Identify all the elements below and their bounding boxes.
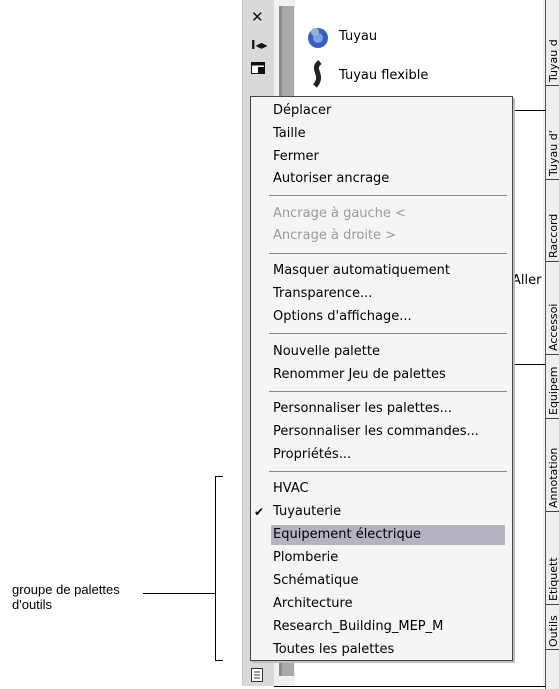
menu-separator <box>269 195 507 196</box>
menu-separator <box>269 253 507 254</box>
close-icon[interactable]: ✕ <box>251 10 264 25</box>
divider <box>510 110 546 111</box>
menu-separator <box>269 471 507 472</box>
menu-item-group-equipement-electrique[interactable]: Equipement électrique <box>271 525 505 545</box>
flexible-pipe-icon <box>312 60 322 88</box>
tab-tuyau-2[interactable]: Tuyau d' <box>546 86 559 180</box>
tool-label: Tuyau flexible <box>339 68 429 83</box>
tool-flexible-pipe[interactable]: Tuyau flexible <box>305 60 428 92</box>
menu-item-group-architecture[interactable]: Architecture <box>271 594 505 614</box>
menu-item-new-palette[interactable]: Nouvelle palette <box>271 342 505 362</box>
tab-annotation[interactable]: Annotation <box>546 419 559 512</box>
pipe-icon <box>308 28 328 48</box>
menu-item-dock-right: Ancrage à droite > <box>273 228 397 243</box>
menu-item-customize-palettes[interactable]: Personnaliser les palettes... <box>271 399 505 419</box>
tab-tuyau[interactable]: Tuyau d <box>546 0 559 86</box>
menu-item-size[interactable]: Taille <box>271 124 505 144</box>
menu-item-dock-left: Ancrage à gauche < <box>273 206 406 221</box>
tool-label: Tuyau <box>339 29 378 44</box>
palette-tabs: Tuyau d Tuyau d' Raccord Accessoi Equipe… <box>545 0 559 689</box>
menu-item-customize-commands[interactable]: Personnaliser les commandes... <box>271 422 505 442</box>
tab-accessoires[interactable]: Accessoi <box>546 262 559 355</box>
callout-leader-line <box>143 593 215 594</box>
palette-menu-icon[interactable] <box>251 668 263 685</box>
menu-item-auto-hide[interactable]: Masquer automatiquement <box>271 261 505 281</box>
palette-hidden-text: Aller <box>512 273 542 288</box>
menu-item-group-research-building[interactable]: Research_Building_MEP_M <box>271 617 505 637</box>
callout-bracket <box>215 476 223 661</box>
tool-pipe[interactable]: Tuyau <box>305 24 377 54</box>
tab-raccord[interactable]: Raccord <box>546 180 559 262</box>
menu-item-transparency[interactable]: Transparence... <box>271 284 505 304</box>
tab-outils[interactable]: Outils <box>546 605 559 650</box>
auto-hide-icon[interactable]: I◂▸ <box>251 38 268 52</box>
properties-icon[interactable] <box>251 62 265 77</box>
menu-item-properties[interactable]: Propriétés... <box>271 445 505 465</box>
tab-equipement[interactable]: Equipem <box>546 355 559 419</box>
palette-context-menu: Déplacer Taille Fermer Autoriser ancrage… <box>250 96 513 661</box>
tab-etiquettes[interactable]: Etiquett <box>546 512 559 605</box>
menu-item-view-options[interactable]: Options d'affichage... <box>271 307 505 327</box>
menu-item-group-tuyauterie[interactable]: ✔ Tuyauterie <box>254 502 505 522</box>
menu-separator <box>269 333 507 334</box>
menu-item-group-all-palettes[interactable]: Toutes les palettes <box>271 640 505 660</box>
menu-item-group-hvac[interactable]: HVAC <box>271 479 505 499</box>
menu-item-move[interactable]: Déplacer <box>271 101 505 121</box>
menu-item-allow-docking[interactable]: Autoriser ancrage <box>271 169 505 189</box>
divider <box>510 364 546 365</box>
check-icon: ✔ <box>254 505 265 519</box>
menu-separator <box>269 391 507 392</box>
menu-item-label: Tuyauterie <box>273 504 342 519</box>
menu-item-group-schematique[interactable]: Schématique <box>271 571 505 591</box>
menu-item-rename-palette-set[interactable]: Renommer Jeu de palettes <box>271 365 505 385</box>
callout-label: groupe de palettes d'outils <box>12 582 120 612</box>
menu-item-close[interactable]: Fermer <box>271 147 505 167</box>
menu-item-group-plomberie[interactable]: Plomberie <box>271 548 505 568</box>
